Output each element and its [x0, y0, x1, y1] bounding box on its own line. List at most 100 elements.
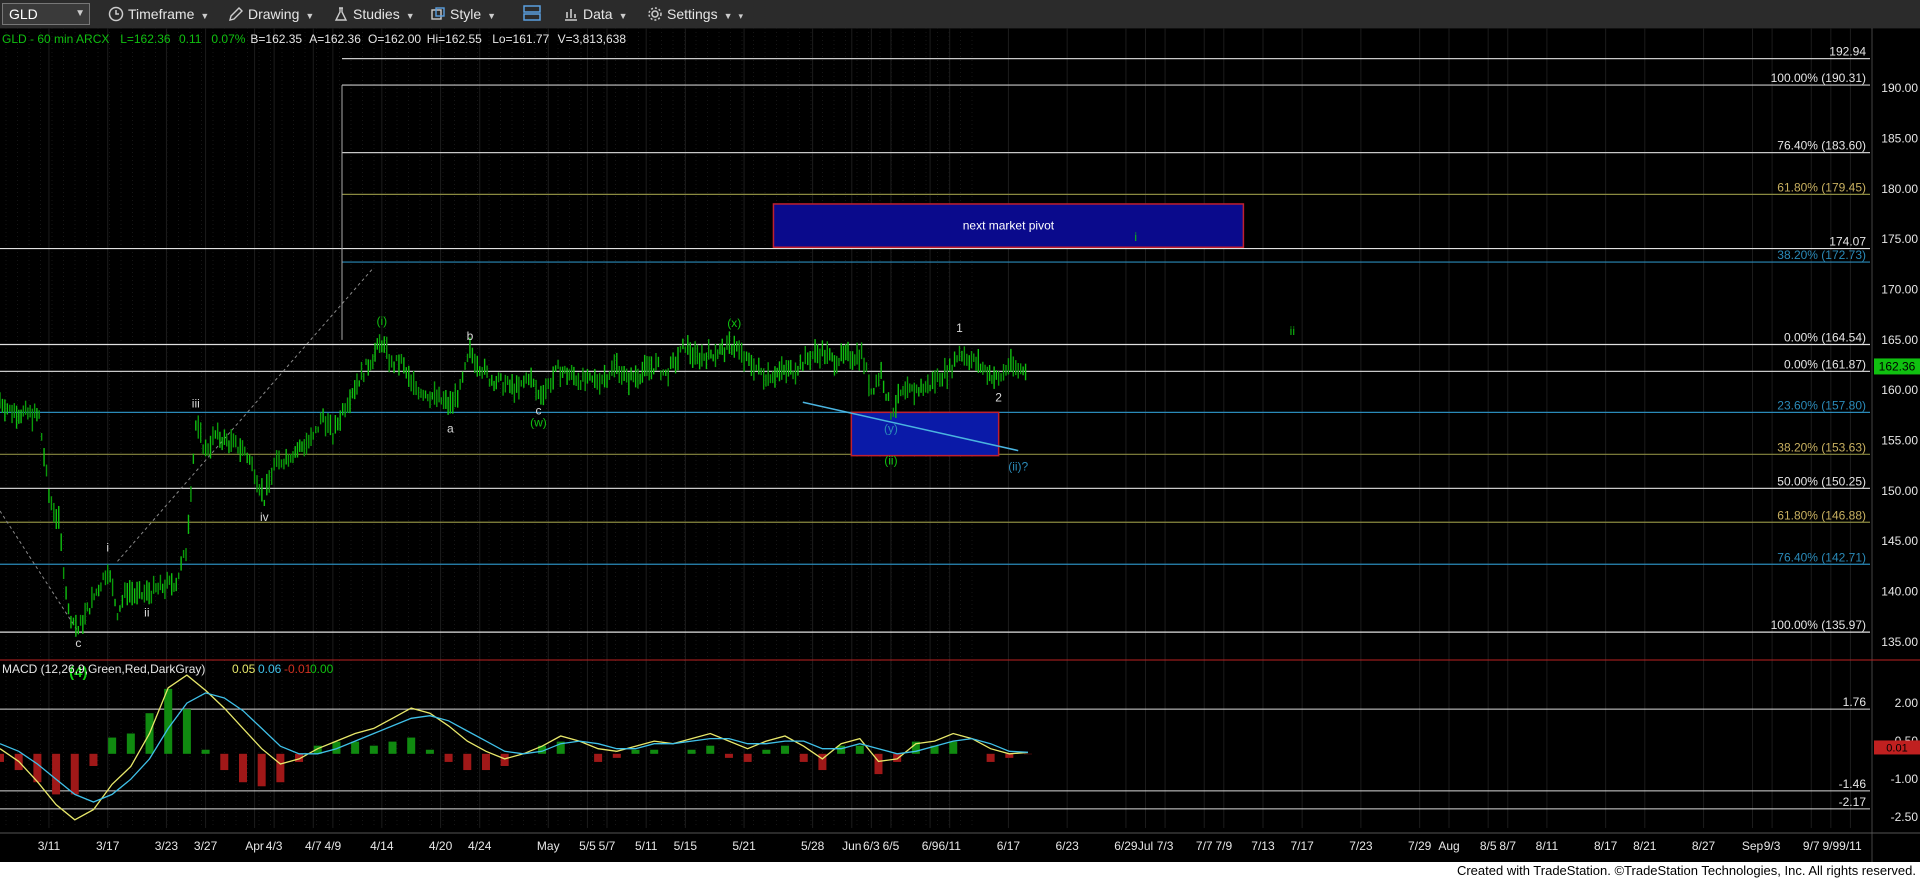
macd-legend-value: 0.00: [310, 662, 334, 676]
data-menu[interactable]: Data ▼: [563, 3, 628, 25]
bar-chart-icon: [565, 9, 577, 21]
chevron-down-icon: ▼: [305, 11, 315, 21]
x-tick-label: 7/29: [1408, 839, 1432, 853]
macd-histogram-bar: [687, 749, 696, 754]
x-tick-label: 4/14: [370, 839, 394, 853]
x-tick-label: 8/27: [1692, 839, 1716, 853]
macd-legend-value: 0.05: [232, 662, 256, 676]
wave-label: (ii): [884, 454, 897, 468]
macd-histogram-bar: [444, 753, 453, 762]
x-tick-label: 9/7: [1803, 839, 1820, 853]
macd-histogram-bar: [0, 753, 4, 762]
x-tick-label: 8/7: [1499, 839, 1516, 853]
fib-level-label: 0.00% (161.87): [1784, 357, 1866, 371]
macd-histogram-bar: [631, 749, 640, 754]
macd-histogram-bar: [762, 749, 771, 754]
x-tick-label: 6/17: [997, 839, 1021, 853]
chart-header-field: B=162.35: [250, 32, 302, 46]
pivot-box-label: next market pivot: [963, 219, 1055, 233]
x-tick-label: Jul: [1138, 839, 1153, 853]
x-tick-label: Aug: [1438, 839, 1459, 853]
y-tick-label: 135.00: [1881, 635, 1918, 649]
macd-histogram-bar: [706, 745, 715, 754]
drawing-menu[interactable]: Drawing ▼: [228, 3, 314, 25]
x-tick-label: 8/11: [1536, 839, 1559, 853]
x-tick-label: 4/20: [429, 839, 453, 853]
timeframe-menu[interactable]: Timeframe ▼: [108, 3, 209, 25]
x-tick-label: 6/29: [1114, 839, 1138, 853]
x-tick-label: 4/24: [468, 839, 492, 853]
x-tick-label: 8/21: [1633, 839, 1657, 853]
chevron-down-icon: ▼: [723, 11, 733, 21]
fib-level-label: 100.00% (135.97): [1771, 618, 1866, 632]
chevron-down-icon: ▼: [618, 11, 628, 21]
macd-histogram-bar: [874, 753, 883, 775]
timeframe-label: Timeframe: [128, 6, 195, 22]
macd-histogram-bar: [949, 741, 958, 754]
layout-button[interactable]: [522, 3, 546, 25]
macd-histogram-bar: [425, 749, 434, 754]
macd-histogram-bar: [837, 745, 846, 754]
macd-histogram-bar: [986, 753, 995, 762]
y-tick-label: 190.00: [1881, 81, 1918, 95]
y-tick-label: 175.00: [1881, 232, 1918, 246]
fib-level-label: 192.94: [1829, 45, 1866, 59]
macd-histogram-bar: [781, 745, 790, 754]
symbol-selector[interactable]: GLD ▼: [2, 3, 90, 25]
macd-histogram-bar: [257, 753, 266, 787]
y-tick-label: 165.00: [1881, 333, 1918, 347]
x-tick-label: 3/27: [194, 839, 218, 853]
macd-title: MACD (12,26,9,Green,Red,DarkGray): [2, 662, 205, 676]
x-tick-label: 6/5: [883, 839, 900, 853]
style-icon: [431, 7, 445, 20]
x-tick-label: 5/21: [732, 839, 756, 853]
macd-histogram-bar: [893, 753, 902, 762]
fib-level-label: 100.00% (190.31): [1771, 71, 1866, 85]
wave-label: ii: [144, 606, 149, 620]
fib-level-label: 50.00% (150.25): [1777, 474, 1866, 488]
macd-y-tick: -2.50: [1891, 810, 1919, 824]
chevron-down-icon: ▼: [75, 8, 85, 19]
fib-level-label: 61.80% (179.45): [1777, 180, 1866, 194]
clock-icon: [108, 6, 124, 22]
macd-histogram-bar: [724, 753, 733, 758]
pencil-icon: [229, 7, 243, 21]
y-tick-label: 170.00: [1881, 283, 1918, 297]
wave-label: (w): [530, 415, 547, 429]
x-tick-label: 4/9: [325, 839, 342, 853]
x-tick-label: 3/11: [38, 839, 61, 853]
style-menu[interactable]: Style ▼: [430, 3, 496, 25]
fib-level-label: 76.40% (183.60): [1777, 139, 1866, 153]
studies-menu[interactable]: Studies ▼: [333, 3, 415, 25]
wave-label: (x): [727, 316, 741, 330]
macd-histogram-bar: [126, 733, 135, 754]
x-tick-label: Jun: [842, 839, 861, 853]
x-tick-label: Apr: [245, 839, 264, 853]
x-tick-label: 5/28: [801, 839, 825, 853]
chevron-down-icon: ▼: [487, 11, 497, 21]
trend-line: [0, 510, 79, 633]
wave-label: ii: [1290, 324, 1295, 338]
y-tick-label: 185.00: [1881, 132, 1918, 146]
x-tick-label: 9/3: [1764, 839, 1781, 853]
macd-histogram-bar: [70, 753, 79, 795]
x-tick-label: 4/3: [266, 839, 283, 853]
settings-label: Settings: [667, 6, 718, 22]
macd-histogram-bar: [182, 709, 191, 754]
x-tick-label: 8/17: [1594, 839, 1618, 853]
macd-level-label: -2.17: [1839, 795, 1867, 809]
macd-histogram-bar: [743, 753, 752, 762]
chart-header-field: A=162.36: [309, 32, 361, 46]
style-label: Style: [450, 6, 482, 22]
x-tick-label: 8/5: [1480, 839, 1497, 853]
x-tick-label: 7/9: [1215, 839, 1232, 853]
macd-histogram-bar: [612, 753, 621, 758]
chart-header-field: O=162.00: [368, 32, 421, 46]
fib-level-label: 23.60% (157.80): [1777, 398, 1866, 412]
wave-label: b: [467, 329, 474, 343]
y-tick-label: 155.00: [1881, 434, 1918, 448]
price-chart[interactable]: 192.94 100.00% (190.31) 76.40% (183.60) 61.…: [0, 28, 1920, 862]
settings-menu[interactable]: Settings ▼ ▾: [647, 3, 743, 25]
chevron-down-icon: ▼: [200, 11, 210, 21]
toolbar: GLD ▼ Timeframe ▼ Drawing ▼ Studies ▼ Style…: [0, 0, 1920, 29]
